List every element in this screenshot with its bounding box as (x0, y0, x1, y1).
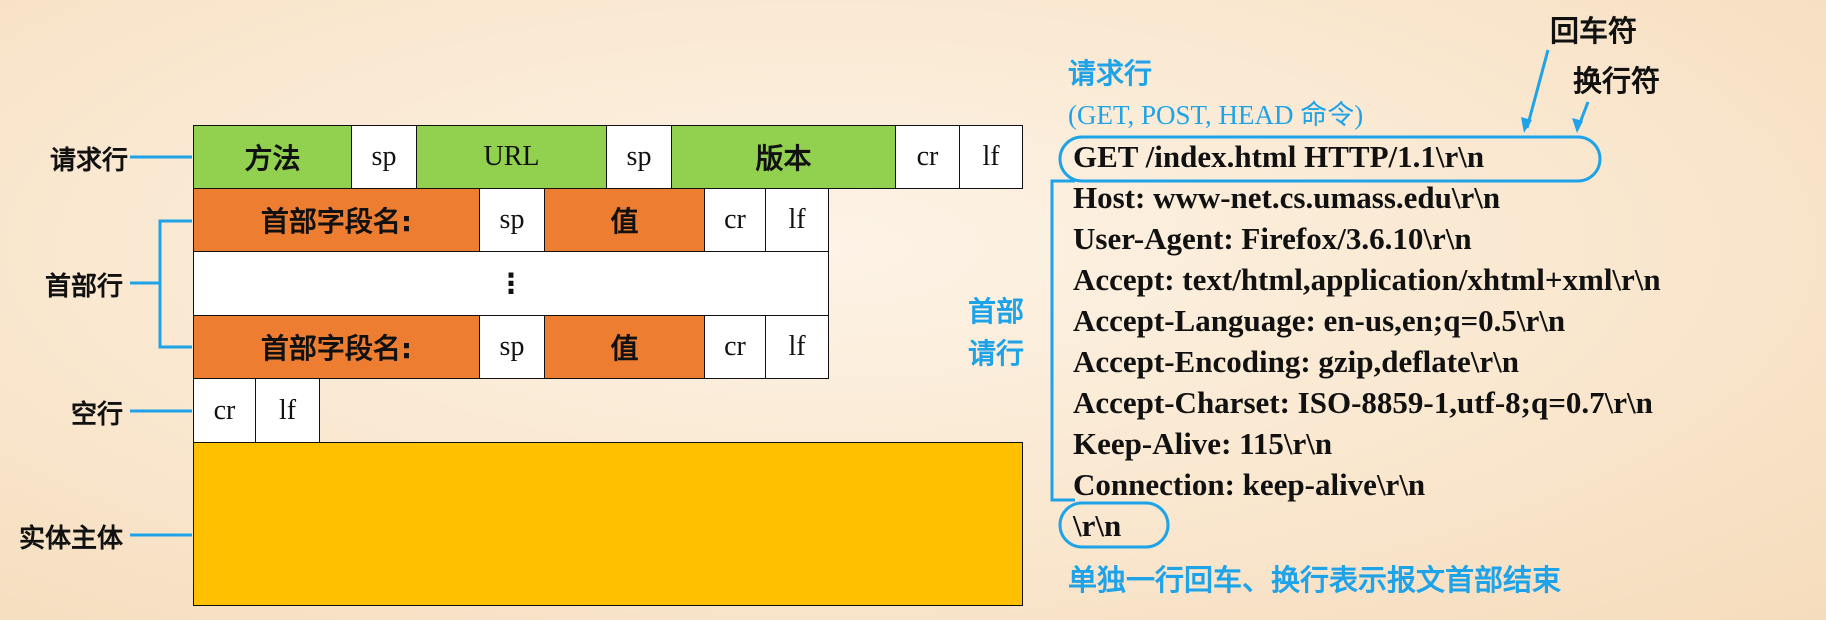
http-header-line: Host: www-net.cs.umass.edu\r\n (1073, 180, 1501, 215)
value-cell: 值 (544, 315, 705, 379)
method-cell: 方法 (193, 125, 352, 189)
header-lines-bracket-right (1050, 179, 1075, 502)
lf-cell: lf (765, 315, 829, 379)
http-header-line: Accept-Encoding: gzip,deflate\r\n (1073, 344, 1520, 379)
request-line-title: 请求行 (1068, 57, 1153, 90)
row-label-blank-line: 空行 (70, 400, 123, 430)
lf-cell: lf (959, 125, 1023, 189)
http-header-line: Accept-Language: en-us,en;q=0.5\r\n (1073, 303, 1566, 338)
sp-cell-2: sp (606, 125, 672, 189)
line-feed-label: 换行符 (1573, 64, 1661, 98)
http-header-line: Accept: text/html,application/xhtml+xml\… (1073, 262, 1661, 297)
header-lines-label-top: 首部 (968, 295, 1025, 328)
http-request-line: GET /index.html HTTP/1.1\r\n (1073, 139, 1485, 174)
header-lines-bracket (158, 219, 192, 349)
field-name-cell: 首部字段名: (193, 315, 480, 379)
carriage-return-label: 回车符 (1550, 14, 1638, 48)
sp-cell-1: sp (351, 125, 417, 189)
sp-cell: sp (479, 188, 545, 252)
url-cell: URL (416, 125, 607, 189)
lf-cell: lf (765, 188, 829, 252)
value-cell: 值 (544, 188, 705, 252)
ellipsis-row: ⋮ (193, 251, 829, 316)
header-lines-label-bottom: 请行 (968, 337, 1025, 370)
http-blank-line: \r\n (1073, 508, 1122, 543)
entity-body-block (193, 442, 1023, 606)
http-header-line: Keep-Alive: 115\r\n (1073, 426, 1333, 461)
sp-cell: sp (479, 315, 545, 379)
row-label-entity-body: 实体主体 (18, 524, 123, 554)
request-line-note: (GET, POST, HEAD 命令) (1068, 100, 1364, 130)
http-header-line: Connection: keep-alive\r\n (1073, 467, 1426, 502)
row-label-request-line: 请求行 (49, 146, 128, 176)
lf-cell: lf (255, 378, 320, 443)
field-name-cell: 首部字段名: (193, 188, 480, 252)
version-cell: 版本 (671, 125, 896, 189)
http-header-line: User-Agent: Firefox/3.6.10\r\n (1073, 221, 1472, 256)
cr-cell: cr (193, 378, 256, 443)
cr-cell: cr (704, 315, 766, 379)
row-label-header-lines: 首部行 (44, 272, 123, 302)
blank-line-note: 单独一行回车、换行表示报文首部结束 (1068, 563, 1562, 597)
http-header-line: Accept-Charset: ISO-8859-1,utf-8;q=0.7\r… (1073, 385, 1653, 420)
carriage-return-pointer (1525, 49, 1550, 129)
cr-cell: cr (895, 125, 960, 189)
cr-cell: cr (704, 188, 766, 252)
